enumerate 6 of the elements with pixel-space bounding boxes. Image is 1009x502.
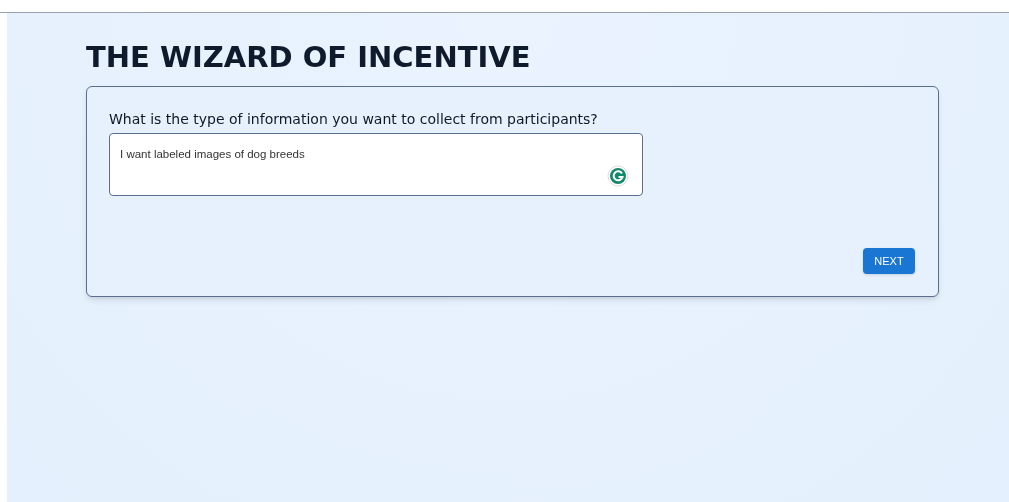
next-button[interactable]: NEXT [863,248,915,274]
grammar-check-icon[interactable] [607,165,629,187]
answer-field[interactable]: I want labeled images of dog breeds [109,133,643,196]
answer-text: I want labeled images of dog breeds [120,148,305,160]
page-title: THE WIZARD OF INCENTIVE [86,39,531,75]
question-label: What is the type of information you want to collect from participants? [109,110,598,129]
